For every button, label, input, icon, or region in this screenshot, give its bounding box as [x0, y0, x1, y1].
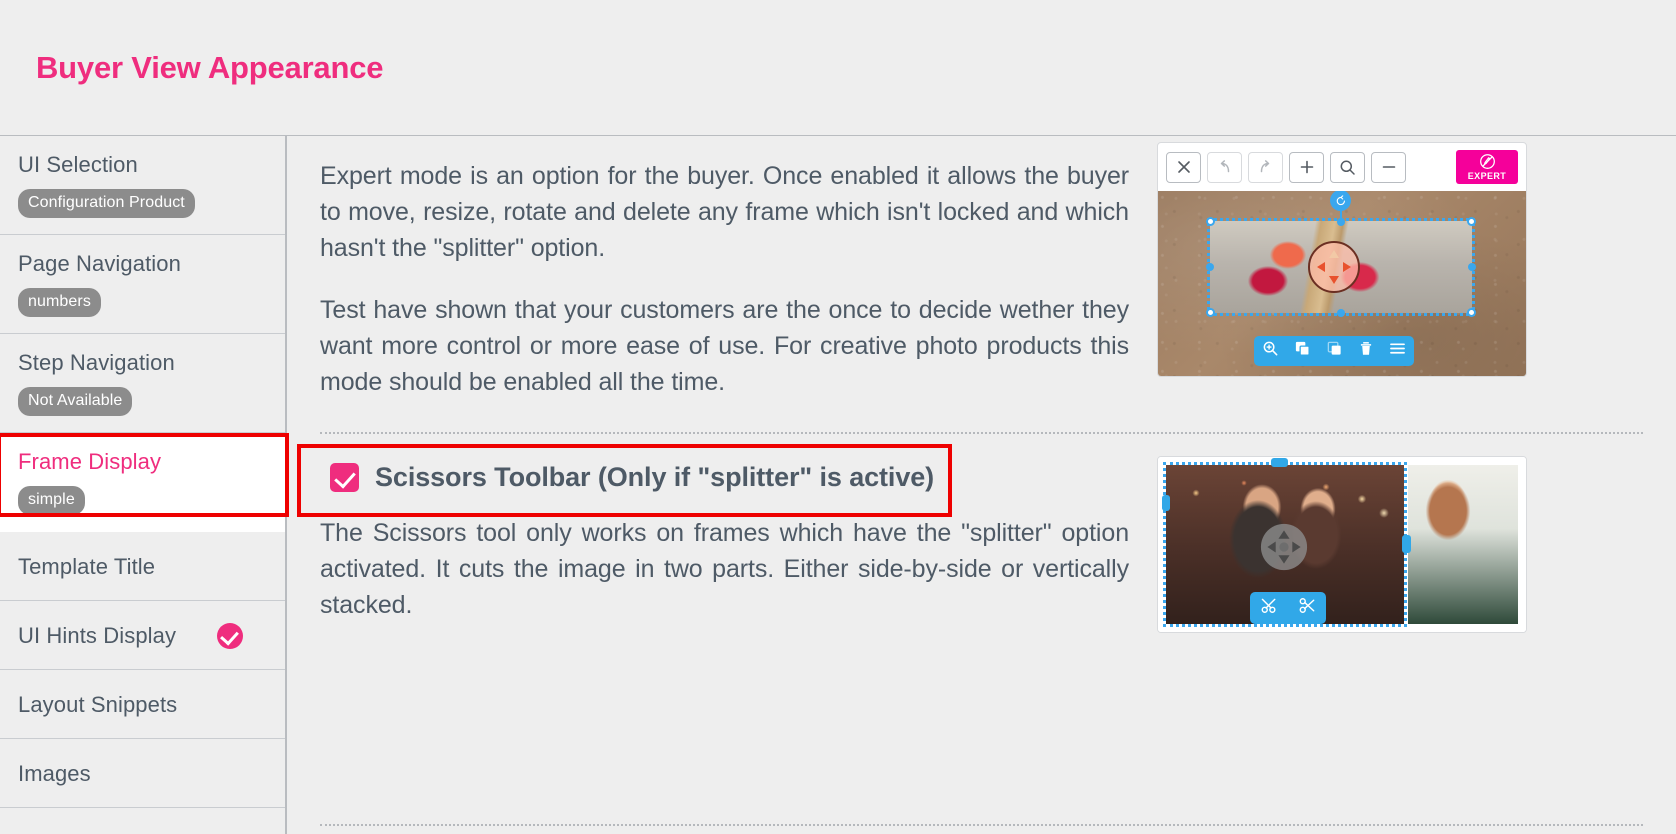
sidebar-item-ui-selection[interactable]: UI Selection Configuration Product: [0, 136, 285, 235]
expert-preview: EXPERT: [1157, 136, 1676, 426]
resize-handle-bc[interactable]: [1337, 309, 1345, 317]
plus-icon[interactable]: [1289, 151, 1324, 183]
expert-button-label: EXPERT: [1467, 171, 1507, 181]
copy-icon[interactable]: [1326, 340, 1343, 362]
sidebar-item-label: Layout Snippets: [18, 692, 178, 717]
close-icon[interactable]: [1166, 151, 1201, 183]
frame-toolbar[interactable]: [1254, 336, 1414, 366]
sidebar-item-page-navigation[interactable]: Page Navigation numbers: [0, 235, 285, 334]
check-circle-icon: [217, 623, 243, 649]
search-icon[interactable]: [1330, 151, 1365, 183]
minus-icon[interactable]: [1371, 151, 1406, 183]
expert-mode-copy: Expert mode is an option for the buyer. …: [287, 136, 1157, 426]
scissors-heading-row: Scissors Toolbar (Only if "splitter" is …: [320, 434, 1129, 501]
menu-icon[interactable]: [1389, 341, 1406, 361]
resize-handle-bl[interactable]: [1206, 308, 1215, 317]
page-body: UI Selection Configuration Product Page …: [0, 135, 1676, 834]
sidebar-item-label: Page Navigation: [18, 251, 181, 276]
expert-mode-button[interactable]: EXPERT: [1456, 150, 1518, 184]
editor-preview-card: EXPERT: [1157, 142, 1527, 377]
selected-frame[interactable]: [1207, 218, 1475, 316]
sidebar-item-label: Images: [18, 761, 91, 786]
duplicate-icon[interactable]: [1294, 340, 1311, 362]
sidebar-item-step-navigation[interactable]: Step Navigation Not Available: [0, 334, 285, 433]
resize-handle-tl[interactable]: [1206, 217, 1215, 226]
resize-handle-ml[interactable]: [1206, 263, 1214, 271]
sidebar-item-badge: Configuration Product: [18, 189, 195, 218]
sidebar-item-label: Frame Display: [18, 449, 162, 474]
sidebar-item-label: Step Navigation: [18, 350, 175, 375]
frame-handle-top[interactable]: [1271, 458, 1288, 467]
sidebar-item-template-title[interactable]: Template Title: [0, 532, 285, 601]
expert-mode-section: Expert mode is an option for the buyer. …: [287, 136, 1676, 426]
expert-pencil-icon: [1479, 154, 1495, 169]
scissors-vertical-icon[interactable]: [1298, 596, 1317, 620]
scissors-toolbar[interactable]: [1250, 592, 1326, 624]
sidebar-item-badge: Not Available: [18, 387, 133, 416]
scissors-paragraph: The Scissors tool only works on frames w…: [320, 519, 1129, 619]
page-header: Buyer View Appearance: [0, 0, 1676, 135]
sidebar-item-frame-display[interactable]: Frame Display simple: [0, 433, 289, 532]
sidebar-item-ui-hints-display[interactable]: UI Hints Display: [0, 601, 285, 670]
expert-paragraph-1: Expert mode is an option for the buyer. …: [320, 162, 1129, 262]
scissors-copy: Scissors Toolbar (Only if "splitter" is …: [287, 434, 1157, 649]
page-title: Buyer View Appearance: [36, 49, 384, 85]
sidebar-item-label: UI Hints Display: [18, 623, 177, 648]
product-canvas-berries[interactable]: [1158, 191, 1526, 376]
scissors-horizontal-icon[interactable]: [1260, 596, 1279, 620]
sidebar-item-badge: simple: [18, 486, 85, 515]
move-handle-icon: [1260, 523, 1308, 571]
main-content: Expert mode is an option for the buyer. …: [287, 135, 1676, 834]
frame-handle-left[interactable]: [1162, 495, 1170, 511]
product-canvas-photos[interactable]: [1158, 457, 1526, 632]
undo-icon[interactable]: [1207, 151, 1242, 183]
sidebar-item-layout-snippets[interactable]: Layout Snippets: [0, 670, 285, 739]
sidebar-item-label: Template Title: [18, 554, 156, 579]
resize-handle-tr[interactable]: [1467, 217, 1476, 226]
resize-handle-br[interactable]: [1467, 308, 1476, 317]
scissors-toolbar-checkbox[interactable]: [330, 463, 359, 492]
photo-frame-woman[interactable]: [1408, 465, 1518, 624]
frame-handle-right[interactable]: [1402, 535, 1411, 553]
scissors-preview-card: [1157, 456, 1527, 633]
zoom-in-icon[interactable]: [1262, 340, 1279, 362]
redo-icon[interactable]: [1248, 151, 1283, 183]
resize-handle-tc[interactable]: [1337, 218, 1345, 226]
settings-sidebar: UI Selection Configuration Product Page …: [0, 135, 289, 834]
sidebar-item-images[interactable]: Images: [0, 739, 285, 808]
resize-handle-mr[interactable]: [1468, 263, 1476, 271]
editor-toolbar: EXPERT: [1158, 143, 1526, 191]
scissors-section: Scissors Toolbar (Only if "splitter" is …: [287, 434, 1676, 649]
trash-icon[interactable]: [1358, 340, 1374, 362]
rotate-handle-icon[interactable]: [1330, 191, 1351, 211]
app-root: Buyer View Appearance UI Selection Confi…: [0, 0, 1676, 834]
move-handle-icon: [1308, 241, 1360, 293]
sidebar-item-label: UI Selection: [18, 152, 138, 177]
sidebar-item-badge: numbers: [18, 288, 101, 317]
expert-paragraph-2: Test have shown that your customers are …: [320, 296, 1129, 396]
scissors-heading: Scissors Toolbar (Only if "splitter" is …: [375, 462, 935, 492]
scissors-preview: [1157, 434, 1676, 649]
section-divider-2: [320, 824, 1643, 826]
